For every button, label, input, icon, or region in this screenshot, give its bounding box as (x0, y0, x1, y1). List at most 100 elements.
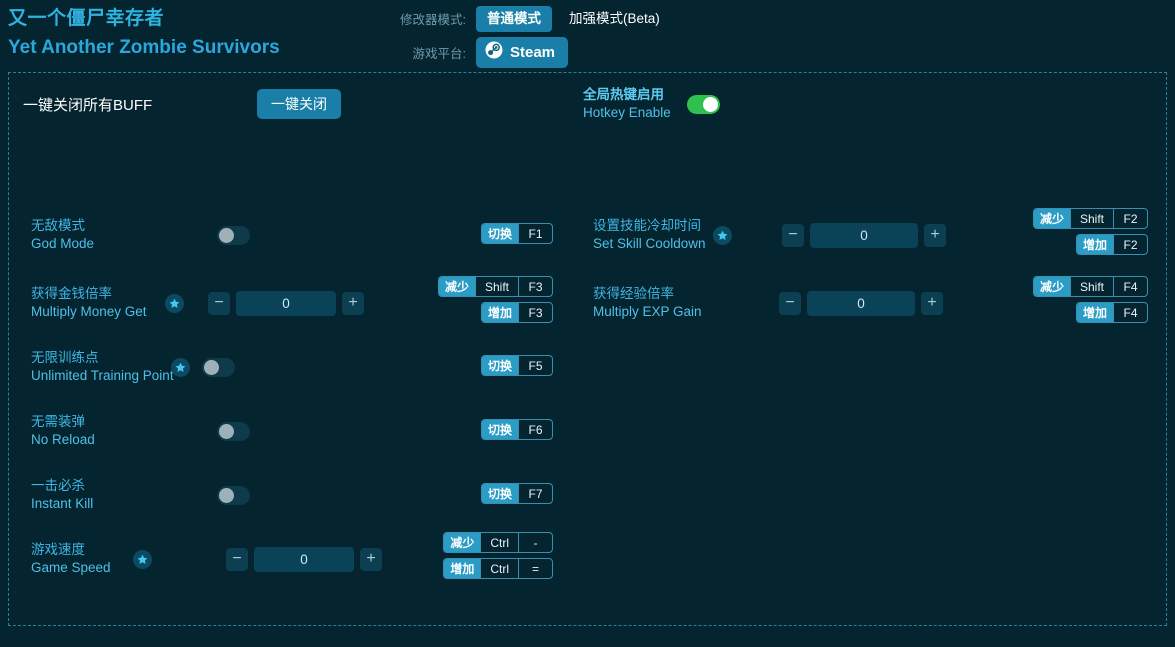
hotkey-pill[interactable]: 减少 Shift F3 (437, 276, 553, 297)
row-labels: 无限训练点 Unlimited Training Point (9, 349, 174, 385)
hotkey-pill[interactable]: 增加 F4 (1075, 302, 1148, 323)
steam-label: Steam (510, 44, 556, 61)
trainer-mode-label: 修改器模式: (400, 13, 466, 27)
star-icon (165, 293, 184, 313)
toggle-knob (219, 487, 234, 503)
hotkey-action: 增加 (444, 559, 481, 578)
row-label-en: Unlimited Training Point (31, 368, 174, 383)
set-skill-cooldown-hotkeys: 减少 Shift F2 增加 F2 (1032, 208, 1148, 255)
hotkey-action: 增加 (1076, 303, 1113, 322)
row-labels: 全局热键启用 Hotkey Enable (583, 86, 671, 122)
hotkey-key: F4 (1113, 277, 1147, 296)
trainer-mode-row: 修改器模式: 普通模式 加强模式(Beta) (384, 5, 804, 32)
disable-all-buff-label: 一键关闭所有BUFF (23, 96, 153, 114)
multiply-money-value[interactable]: 0 (236, 290, 336, 316)
star-icon (133, 549, 152, 569)
hotkey-enable-toggle[interactable] (686, 94, 720, 114)
right-column: 全局热键启用 Hotkey Enable 设置技能冷却时间 Set Skill … (571, 73, 1166, 625)
no-reload-hotkeys: 切换 F6 (480, 419, 553, 440)
steam-icon (485, 41, 503, 64)
unlimited-training-point-hotkeys: 切换 F5 (480, 355, 553, 376)
hotkey-key: Shift (1069, 277, 1113, 296)
cheat-panel: 一键关闭所有BUFF 一键关闭 无敌模式 God Mode 切换 F1 获得金钱… (8, 72, 1167, 626)
decrement-button[interactable]: − (782, 223, 804, 247)
toggle-knob (204, 359, 219, 375)
row-label-cn: 一击必杀 (31, 478, 85, 493)
title-block: 又一个僵尸幸存者 Yet Another Zombie Survivors (8, 6, 280, 61)
cheat-row-unlimited-training-point: 无限训练点 Unlimited Training Point 切换 F5 (9, 335, 571, 399)
row-label-en: Multiply EXP Gain (593, 304, 702, 319)
increment-button[interactable]: + (924, 223, 946, 247)
star-icon (171, 357, 190, 377)
star-icon (713, 225, 732, 245)
hotkey-pill[interactable]: 增加 Ctrl = (443, 558, 553, 579)
row-label-en: Multiply Money Get (31, 304, 147, 319)
cheat-row-multiply-money: 获得金钱倍率 Multiply Money Get − 0 + 减少 Shift… (9, 271, 571, 335)
set-skill-cooldown-stepper: − 0 + (782, 222, 946, 248)
hotkey-key: = (518, 559, 552, 578)
columns: 一键关闭所有BUFF 一键关闭 无敌模式 God Mode 切换 F1 获得金钱… (9, 73, 1166, 625)
hotkey-pill[interactable]: 切换 F5 (480, 355, 553, 376)
increment-button[interactable]: + (342, 291, 364, 315)
platform-steam-button[interactable]: Steam (476, 37, 569, 68)
row-label-cn: 获得金钱倍率 (31, 286, 112, 301)
no-reload-toggle[interactable] (217, 421, 250, 441)
hotkey-pill[interactable]: 切换 F7 (480, 483, 553, 504)
hotkey-key: F2 (1113, 235, 1147, 254)
hotkey-action: 切换 (481, 224, 518, 243)
cheat-row-set-skill-cooldown: 设置技能冷却时间 Set Skill Cooldown − 0 + 减少 Shi… (571, 203, 1166, 267)
row-label-cn: 无需装弹 (31, 414, 85, 429)
hotkey-pill[interactable]: 减少 Shift F2 (1032, 208, 1148, 229)
hotkey-key: F3 (518, 303, 552, 322)
hotkey-pill[interactable]: 增加 F3 (480, 302, 553, 323)
hotkey-action: 减少 (438, 277, 475, 296)
row-label-cn: 无敌模式 (31, 218, 85, 233)
row-label-en: Instant Kill (31, 496, 94, 511)
multiply-money-stepper: − 0 + (208, 290, 364, 316)
hotkey-pill[interactable]: 切换 F6 (480, 419, 553, 440)
left-column: 一键关闭所有BUFF 一键关闭 无敌模式 God Mode 切换 F1 获得金钱… (9, 73, 571, 625)
multiply-exp-gain-hotkeys: 减少 Shift F4 增加 F4 (1032, 276, 1148, 323)
unlimited-training-point-toggle[interactable] (202, 357, 235, 377)
hotkey-key: Shift (1069, 209, 1113, 228)
disable-all-buff-button[interactable]: 一键关闭 (257, 89, 341, 119)
hotkey-enable-row: 全局热键启用 Hotkey Enable (583, 73, 720, 135)
multiply-exp-gain-value[interactable]: 0 (807, 290, 915, 316)
hotkey-action: 减少 (1033, 209, 1070, 228)
instant-kill-hotkeys: 切换 F7 (480, 483, 553, 504)
game-platform-label: 游戏平台: (412, 47, 466, 61)
cheat-row-god-mode: 无敌模式 God Mode 切换 F1 (9, 203, 571, 267)
hotkey-key: F3 (518, 277, 552, 296)
god-mode-toggle[interactable] (217, 225, 250, 245)
row-label-cn: 获得经验倍率 (593, 286, 674, 301)
increment-button[interactable]: + (921, 291, 943, 315)
game-speed-value[interactable]: 0 (254, 546, 354, 572)
hotkey-action: 切换 (481, 356, 518, 375)
decrement-button[interactable]: − (226, 547, 248, 571)
hotkey-action: 切换 (481, 484, 518, 503)
increment-button[interactable]: + (360, 547, 382, 571)
row-label-cn: 无限训练点 (31, 350, 99, 365)
row-label-en: No Reload (31, 432, 95, 447)
hotkey-pill[interactable]: 减少 Shift F4 (1032, 276, 1148, 297)
game-speed-stepper: − 0 + (226, 546, 382, 572)
mode-normal-button[interactable]: 普通模式 (476, 5, 552, 32)
hotkey-pill[interactable]: 切换 F1 (480, 223, 553, 244)
decrement-button[interactable]: − (779, 291, 801, 315)
hotkey-action: 增加 (1076, 235, 1113, 254)
set-skill-cooldown-value[interactable]: 0 (810, 222, 918, 248)
hotkey-action: 增加 (481, 303, 518, 322)
hotkey-pill[interactable]: 增加 F2 (1075, 234, 1148, 255)
cheat-row-instant-kill: 一击必杀 Instant Kill 切换 F7 (9, 463, 571, 527)
hotkey-pill[interactable]: 减少 Ctrl - (443, 532, 553, 553)
app-header: 又一个僵尸幸存者 Yet Another Zombie Survivors 修改… (0, 0, 1175, 72)
hotkey-key: Shift (474, 277, 518, 296)
row-labels: 一击必杀 Instant Kill (9, 477, 159, 513)
game-platform-row: 游戏平台: Steam (384, 37, 804, 68)
mode-enhanced-button[interactable]: 加强模式(Beta) (558, 6, 671, 32)
toggle-knob (219, 227, 234, 243)
hotkey-key: F5 (518, 356, 552, 375)
decrement-button[interactable]: − (208, 291, 230, 315)
hotkey-action: 减少 (444, 533, 481, 552)
instant-kill-toggle[interactable] (217, 485, 250, 505)
